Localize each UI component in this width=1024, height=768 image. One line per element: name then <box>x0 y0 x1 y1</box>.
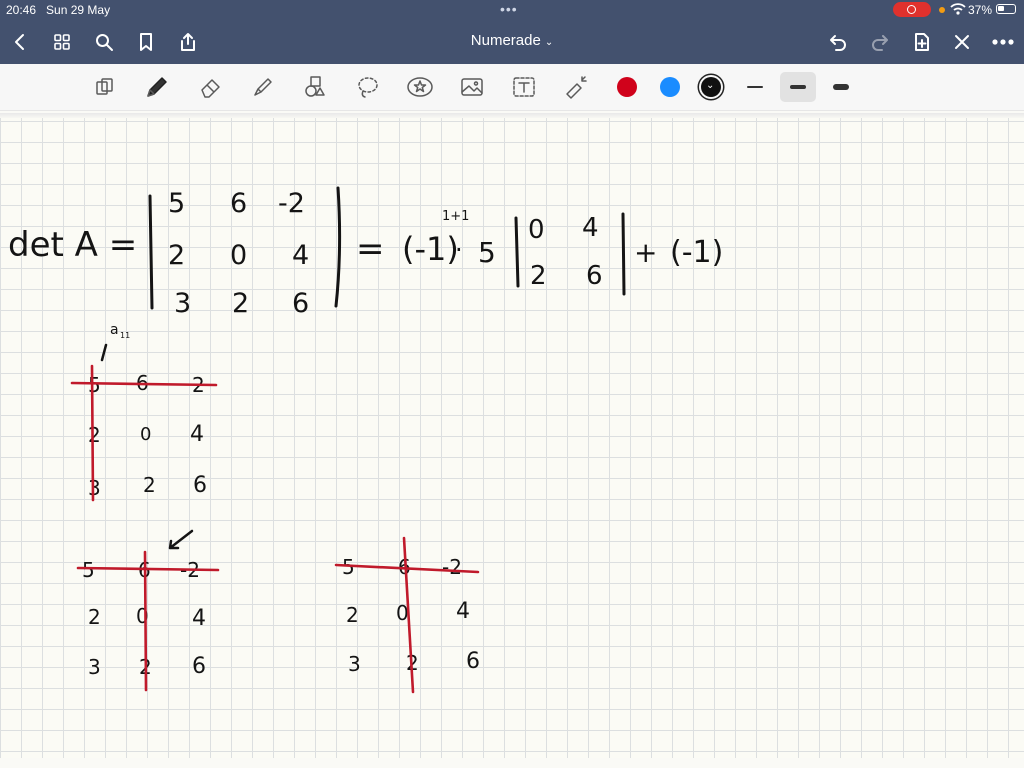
status-date: Sun 29 May <box>46 3 111 17</box>
eraser-icon[interactable] <box>196 72 226 102</box>
notebook-page[interactable] <box>0 118 1024 758</box>
mic-indicator-icon <box>939 7 945 13</box>
nav-bar: Numerade ⌄ <box>0 20 1024 64</box>
multitask-dots-icon[interactable]: ••• <box>500 1 518 17</box>
color-black-swatch[interactable]: ⌄ <box>701 77 721 97</box>
stroke-thin[interactable] <box>737 72 773 102</box>
chevron-down-icon: ⌄ <box>706 80 715 91</box>
wifi-icon <box>950 2 966 19</box>
shapes-icon[interactable] <box>300 72 330 102</box>
undo-icon[interactable] <box>826 30 850 54</box>
status-bar: 20:46 Sun 29 May ••• 37% <box>0 0 1024 20</box>
color-red-swatch[interactable] <box>617 77 637 97</box>
drawing-toolbar <box>0 64 1024 111</box>
pen-icon[interactable] <box>142 72 172 102</box>
text-icon[interactable] <box>509 72 539 102</box>
image-icon[interactable] <box>457 72 487 102</box>
add-page-icon[interactable] <box>910 30 934 54</box>
redo-icon[interactable] <box>868 30 892 54</box>
close-icon[interactable] <box>950 30 974 54</box>
lasso-icon[interactable] <box>353 72 383 102</box>
color-blue-swatch[interactable] <box>660 77 680 97</box>
stroke-thick[interactable] <box>823 72 859 102</box>
battery-icon <box>996 4 1016 14</box>
highlighter-icon[interactable] <box>248 72 278 102</box>
stroke-medium[interactable] <box>780 72 816 102</box>
sticker-icon[interactable] <box>405 72 435 102</box>
screen-record-icon[interactable] <box>893 2 931 17</box>
laser-icon[interactable] <box>561 72 591 102</box>
pages-icon[interactable] <box>90 72 120 102</box>
status-time: 20:46 Sun 29 May <box>6 3 111 17</box>
chevron-down-icon: ⌄ <box>544 37 554 48</box>
more-icon[interactable] <box>991 30 1015 54</box>
battery-percent: 37% <box>968 3 993 17</box>
